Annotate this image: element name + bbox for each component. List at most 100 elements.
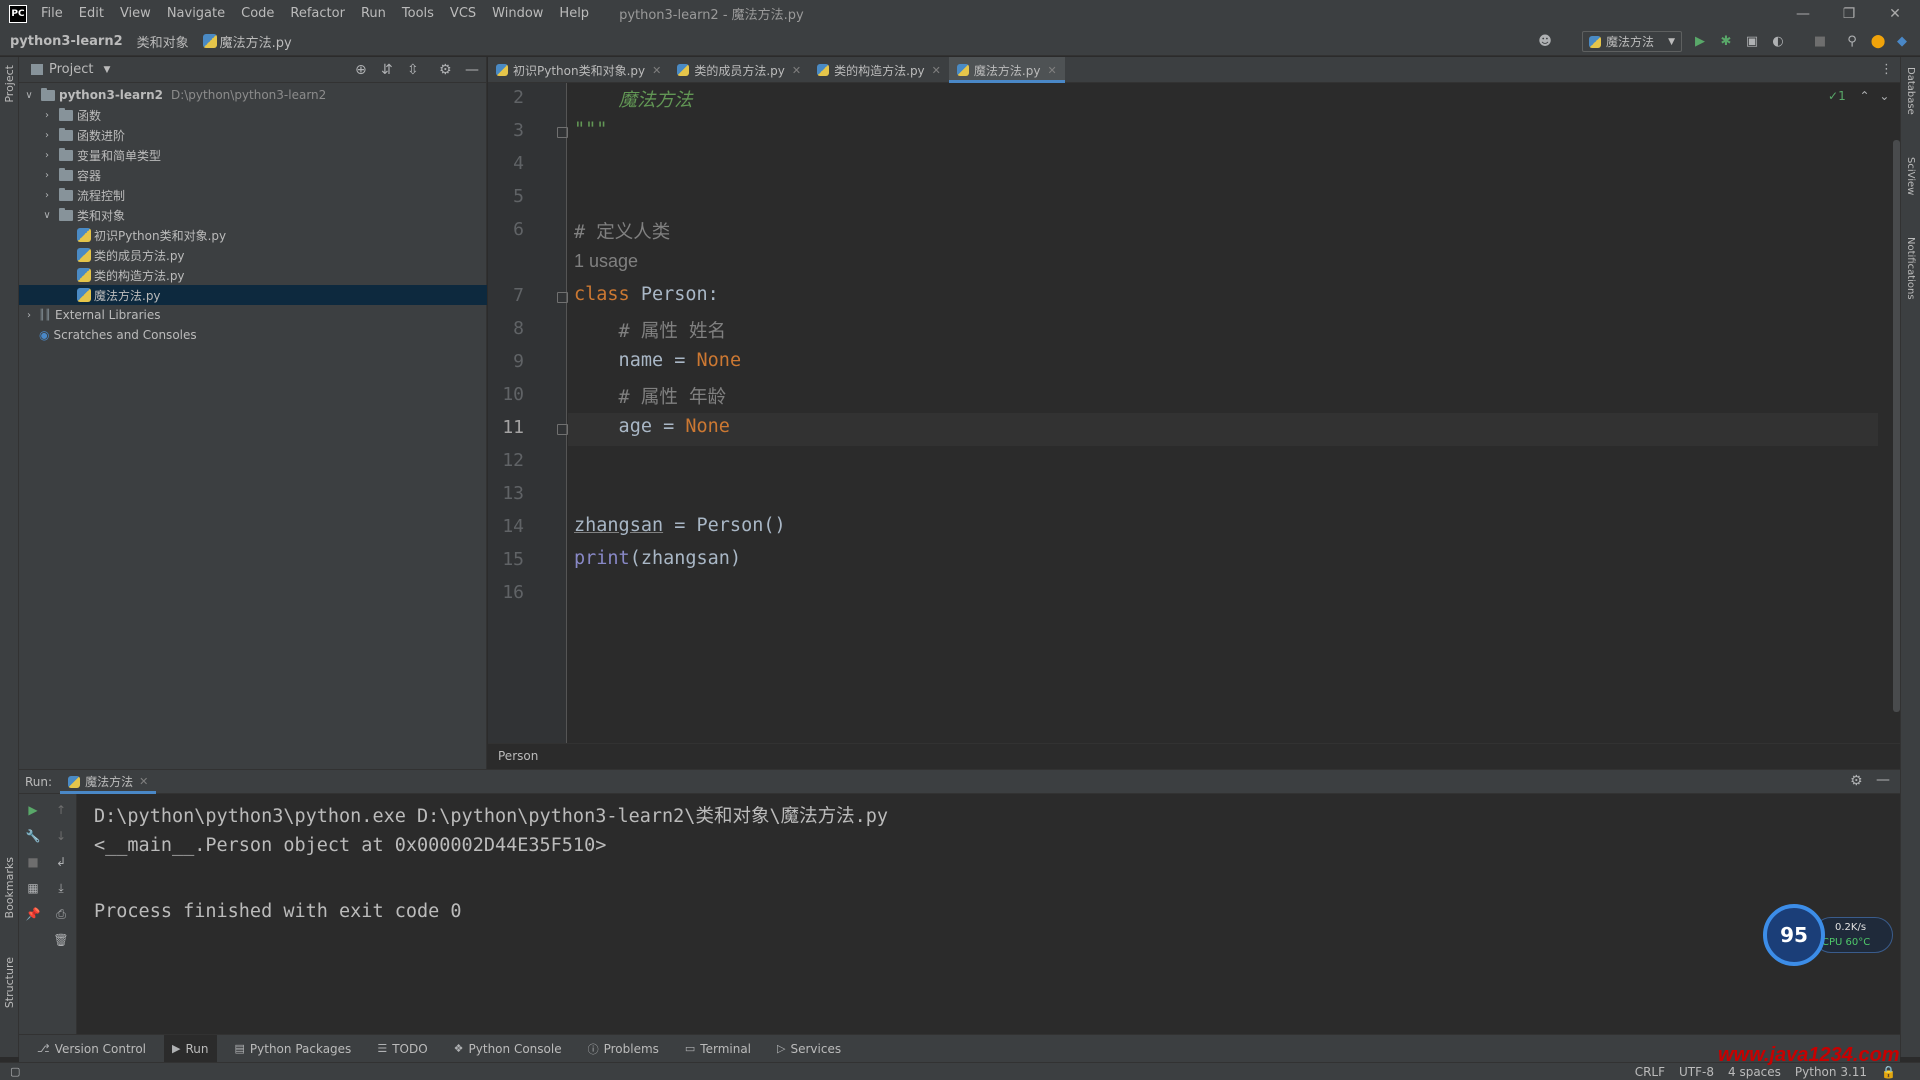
chevron-right-icon[interactable]: › bbox=[41, 150, 53, 161]
arrow-up-icon[interactable]: ↑ bbox=[53, 802, 69, 818]
tree-item[interactable]: › 函数进阶 bbox=[19, 125, 487, 145]
editor-tab[interactable]: 类的成员方法.py ✕ bbox=[669, 57, 809, 83]
close-icon[interactable]: ✕ bbox=[932, 64, 941, 77]
tool-window-button[interactable]: ▤ Python Packages bbox=[227, 1035, 360, 1063]
layout-icon[interactable]: ▦ bbox=[25, 880, 41, 896]
chevron-right-icon[interactable]: › bbox=[41, 110, 53, 121]
breadcrumb-file[interactable]: 魔法方法.py bbox=[220, 32, 292, 51]
coverage-icon[interactable]: ▣ bbox=[1744, 33, 1760, 49]
fold-marker-icon[interactable] bbox=[557, 424, 568, 435]
menu-refactor[interactable]: Refactor bbox=[290, 6, 345, 21]
gear-icon[interactable]: ⚙ bbox=[1850, 773, 1863, 789]
chevron-up-icon[interactable]: ⌃ bbox=[1860, 89, 1870, 103]
close-icon[interactable]: ✕ bbox=[1047, 64, 1056, 77]
chevron-down-icon[interactable]: ∨ bbox=[41, 210, 53, 221]
breadcrumb-class[interactable]: Person bbox=[498, 749, 538, 763]
chevron-right-icon[interactable]: › bbox=[41, 190, 53, 201]
tree-item[interactable]: › 容器 bbox=[19, 165, 487, 185]
menu-tools[interactable]: Tools bbox=[402, 6, 434, 21]
wrench-icon[interactable]: 🔧 bbox=[25, 828, 41, 844]
trash-icon[interactable]: 🗑 bbox=[53, 932, 69, 948]
menu-window[interactable]: Window bbox=[492, 6, 543, 21]
editor-scrollbar[interactable] bbox=[1893, 140, 1900, 712]
project-panel-title[interactable]: Project bbox=[49, 62, 93, 77]
tool-window-button[interactable]: ▭ Terminal bbox=[677, 1035, 759, 1063]
panel-toggle-icon[interactable]: ▢ bbox=[10, 1065, 20, 1078]
tool-window-button[interactable]: ▷ Services bbox=[769, 1035, 849, 1063]
tree-item[interactable]: 类的成员方法.py bbox=[19, 245, 487, 265]
run-configuration-select[interactable]: 魔法方法 ▼ bbox=[1582, 31, 1682, 52]
chevron-down-icon[interactable]: ∨ bbox=[23, 90, 35, 101]
fold-marker-icon[interactable] bbox=[557, 292, 568, 303]
tree-item[interactable]: ∨ 类和对象 bbox=[19, 205, 487, 225]
editor-tab[interactable]: 魔法方法.py ✕ bbox=[948, 57, 1065, 83]
tree-item[interactable]: 类的构造方法.py bbox=[19, 265, 487, 285]
menu-file[interactable]: File bbox=[41, 6, 63, 21]
hide-panel-icon[interactable]: — bbox=[465, 62, 479, 78]
tool-window-button[interactable]: ▶ Run bbox=[164, 1034, 217, 1063]
collapse-all-icon[interactable]: ⇳ bbox=[407, 62, 419, 78]
menu-edit[interactable]: Edit bbox=[79, 6, 104, 21]
tree-item[interactable]: › 流程控制 bbox=[19, 185, 487, 205]
sciview-tool-button[interactable]: SciView bbox=[1905, 157, 1916, 195]
soft-wrap-icon[interactable]: ↲ bbox=[53, 854, 69, 870]
jetbrains-icon[interactable]: ◆ bbox=[1894, 33, 1910, 49]
tree-item[interactable]: › ║║ External Libraries bbox=[19, 305, 487, 325]
debug-icon[interactable]: ✱ bbox=[1718, 33, 1734, 49]
menu-vcs[interactable]: VCS bbox=[450, 6, 476, 21]
fold-marker-icon[interactable] bbox=[557, 127, 568, 138]
gear-icon[interactable]: ⚙ bbox=[439, 62, 452, 78]
tree-item[interactable]: › 函数 bbox=[19, 105, 487, 125]
tree-item[interactable]: ◉ Scratches and Consoles bbox=[19, 325, 487, 345]
structure-tool-button[interactable]: Structure bbox=[3, 957, 16, 1008]
tool-window-button[interactable]: ⓘ Problems bbox=[580, 1035, 667, 1063]
tree-item[interactable]: 魔法方法.py bbox=[19, 285, 487, 305]
code-editor[interactable]: 2 3 4 5 6 7 8 9 10 11 12 13 14 15 16 魔法方法 """ # 定义人类 1 us… bbox=[488, 83, 1900, 743]
chevron-right-icon[interactable]: › bbox=[23, 310, 35, 321]
inspection-widget[interactable]: ✓1 ⌃ ⌄ bbox=[1828, 89, 1889, 103]
menu-navigate[interactable]: Navigate bbox=[167, 6, 225, 21]
stop-icon[interactable]: ■ bbox=[1812, 33, 1828, 49]
run-console[interactable]: D:\python\python3\python.exe D:\python\p… bbox=[77, 794, 1900, 1034]
hide-panel-icon[interactable]: — bbox=[1876, 772, 1890, 788]
close-window-icon[interactable]: ✕ bbox=[1872, 0, 1918, 27]
breadcrumb-folder[interactable]: 类和对象 bbox=[137, 32, 189, 51]
chevron-down-icon[interactable]: ▼ bbox=[103, 65, 110, 75]
tree-item[interactable]: 初识Python类和对象.py bbox=[19, 225, 487, 245]
close-icon[interactable]: ✕ bbox=[139, 775, 148, 788]
line-separator[interactable]: CRLF bbox=[1635, 1065, 1665, 1079]
run-icon[interactable]: ▶ bbox=[1692, 33, 1708, 49]
profile-icon[interactable]: ◐ bbox=[1770, 33, 1786, 49]
project-tool-button[interactable]: Project bbox=[3, 65, 16, 103]
expand-all-icon[interactable]: ⇵ bbox=[381, 62, 393, 78]
database-tool-button[interactable]: Database bbox=[1905, 67, 1916, 115]
breadcrumb-project[interactable]: python3-learn2 bbox=[10, 34, 123, 49]
tool-window-button[interactable]: ⎇ Version Control bbox=[29, 1035, 154, 1063]
minimize-icon[interactable]: — bbox=[1780, 0, 1826, 27]
locate-icon[interactable]: ⊕ bbox=[355, 62, 367, 78]
pin-icon[interactable]: 📌 bbox=[25, 906, 41, 922]
tree-item[interactable]: ∨ python3-learn2 D:\python\python3-learn2 bbox=[19, 85, 487, 105]
menu-code[interactable]: Code bbox=[241, 6, 274, 21]
restore-icon[interactable]: ❐ bbox=[1826, 0, 1872, 27]
file-encoding[interactable]: UTF-8 bbox=[1679, 1065, 1714, 1079]
update-icon[interactable]: ⬤ bbox=[1870, 33, 1886, 49]
close-icon[interactable]: ✕ bbox=[652, 64, 661, 77]
editor-tab[interactable]: 初识Python类和对象.py ✕ bbox=[488, 57, 669, 83]
chevron-down-icon[interactable]: ⌄ bbox=[1879, 89, 1889, 103]
menu-view[interactable]: View bbox=[120, 6, 151, 21]
notifications-tool-button[interactable]: Notifications bbox=[1905, 237, 1916, 300]
arrow-down-icon[interactable]: ↓ bbox=[53, 828, 69, 844]
tool-window-button[interactable]: ☰ TODO bbox=[369, 1035, 435, 1063]
menu-help[interactable]: Help bbox=[559, 6, 589, 21]
editor-tab[interactable]: 类的构造方法.py ✕ bbox=[809, 57, 949, 83]
chevron-right-icon[interactable]: › bbox=[41, 130, 53, 141]
search-icon[interactable]: ⚲ bbox=[1844, 33, 1860, 49]
chevron-right-icon[interactable]: › bbox=[41, 170, 53, 181]
tool-window-button[interactable]: ❖ Python Console bbox=[446, 1035, 570, 1063]
user-icon[interactable]: ☻ bbox=[1537, 33, 1553, 49]
inlay-usage-hint[interactable]: 1 usage bbox=[574, 251, 638, 271]
scroll-to-end-icon[interactable]: ⤓ bbox=[53, 880, 69, 896]
run-tab[interactable]: 魔法方法 ✕ bbox=[60, 769, 157, 794]
menu-run[interactable]: Run bbox=[361, 6, 386, 21]
